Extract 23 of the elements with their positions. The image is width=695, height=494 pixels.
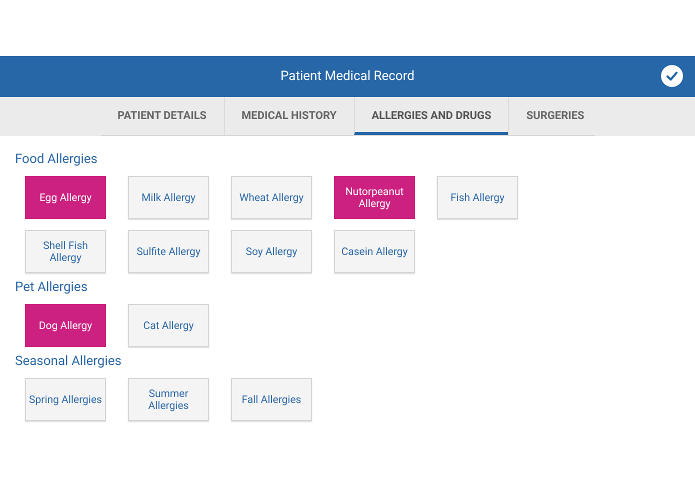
header-title: Patient Medical Record — [280, 68, 414, 86]
allergy-option[interactable]: Cat Allergy — [128, 304, 209, 347]
check-icon[interactable] — [661, 65, 683, 87]
allergy-option[interactable]: Casein Allergy — [334, 230, 415, 273]
allergy-option[interactable]: Summer Allergies — [128, 378, 209, 421]
tab[interactable]: MEDICAL HISTORY — [224, 97, 354, 135]
tab[interactable]: ALLERGIES AND DRUGS — [354, 97, 508, 135]
tab[interactable]: PATIENT DETAILS — [100, 97, 224, 135]
section-title: Seasonal Allergies — [15, 354, 122, 370]
allergy-option[interactable]: Dog Allergy — [25, 304, 106, 347]
allergy-option[interactable]: Nutorpeanut Allergy — [334, 176, 415, 219]
allergy-option[interactable]: Soy Allergy — [231, 230, 312, 273]
allergy-option[interactable]: Wheat Allergy — [231, 176, 312, 219]
section-title: Food Allergies — [15, 152, 98, 168]
allergy-option[interactable]: Egg Allergy — [25, 176, 106, 219]
tab[interactable]: SURGERIES — [508, 97, 602, 135]
allergy-option[interactable]: Sulfite Allergy — [128, 230, 209, 273]
section-title: Pet Allergies — [15, 280, 89, 296]
allergy-option[interactable]: Fall Allergies — [231, 378, 312, 421]
allergy-option[interactable]: Spring Allergies — [25, 378, 106, 421]
allergy-option[interactable]: Milk Allergy — [128, 176, 209, 219]
allergy-option[interactable]: Shell Fish Allergy — [25, 230, 106, 273]
allergy-option[interactable]: Fish Allergy — [437, 176, 518, 219]
